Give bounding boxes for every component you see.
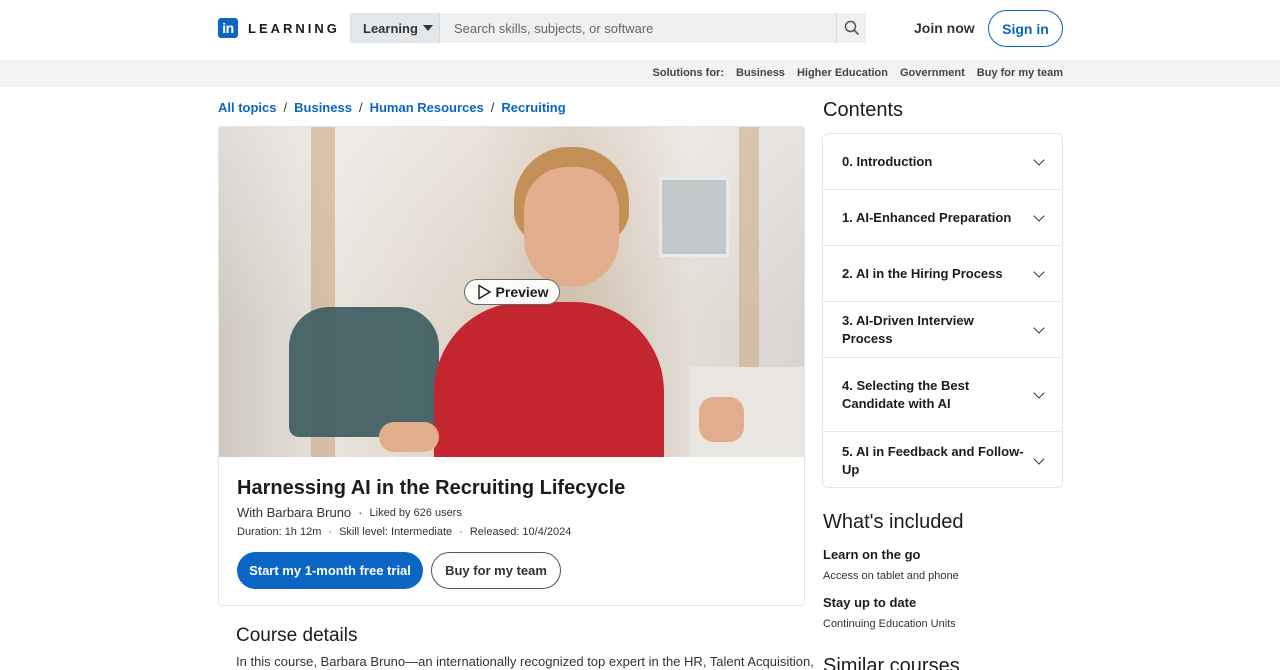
contents-item[interactable]: 4. Selecting the Best Candidate with AI	[823, 358, 1062, 432]
contents-item[interactable]: 5. AI in Feedback and Follow-Up	[823, 432, 1062, 487]
preview-button[interactable]: Preview	[464, 279, 560, 305]
contents-item[interactable]: 0. Introduction	[823, 134, 1062, 190]
top-header: in LEARNING Learning Join now Sign in	[0, 0, 1280, 60]
whats-included-heading: What's included	[823, 511, 964, 533]
course-meta-stats: Duration: 1h 12m · Skill level: Intermed…	[237, 526, 571, 538]
instructor-face	[524, 167, 619, 287]
breadcrumb-recruiting[interactable]: Recruiting	[501, 100, 565, 115]
linkedin-icon: in	[218, 18, 238, 38]
included-item-desc: Continuing Education Units	[823, 618, 956, 630]
instructor-body	[434, 302, 664, 457]
logo-text: LEARNING	[248, 20, 340, 36]
course-details-text: In this course, Barbara Bruno—an interna…	[236, 654, 814, 669]
course-title: Harnessing AI in the Recruiting Lifecycl…	[237, 477, 626, 499]
search-category-dropdown[interactable]: Learning	[350, 13, 440, 43]
search-button[interactable]	[836, 13, 866, 43]
solutions-label: Solutions for:	[652, 67, 725, 79]
meta-separator: ·	[459, 526, 463, 538]
chevron-down-icon	[1033, 321, 1045, 334]
instructor-hand	[699, 397, 744, 442]
contents-heading: Contents	[823, 99, 904, 121]
course-release-date: Released: 10/4/2024	[469, 526, 572, 538]
sign-in-button[interactable]: Sign in	[988, 10, 1063, 47]
included-item-desc: Access on tablet and phone	[823, 570, 959, 582]
contents-list: 0. Introduction 1. AI-Enhanced Preparati…	[822, 133, 1063, 488]
course-meta-author: With Barbara Bruno · Liked by 626 users	[237, 505, 462, 520]
course-details-heading: Course details	[236, 625, 358, 646]
breadcrumb: All topics / Business / Human Resources …	[218, 100, 566, 115]
video-chair	[289, 307, 439, 437]
contents-item[interactable]: 3. AI-Driven Interview Process	[823, 302, 1062, 358]
course-likes: Liked by 626 users	[369, 506, 462, 519]
chevron-down-icon	[1033, 386, 1045, 399]
course-author[interactable]: With Barbara Bruno	[237, 505, 351, 520]
contents-item-label: 3. AI-Driven Interview Process	[842, 312, 974, 346]
course-video-thumbnail[interactable]: Preview	[219, 127, 804, 457]
breadcrumb-business[interactable]: Business	[294, 100, 352, 115]
contents-item[interactable]: 1. AI-Enhanced Preparation	[823, 190, 1062, 246]
solutions-bar: Solutions for: Business Higher Education…	[0, 60, 1280, 87]
search-input[interactable]	[440, 13, 836, 43]
join-now-link[interactable]: Join now	[914, 20, 975, 36]
solutions-link-buy-for-team[interactable]: Buy for my team	[977, 67, 1063, 79]
breadcrumb-separator: /	[490, 100, 495, 115]
breadcrumb-separator: /	[358, 100, 363, 115]
search-icon	[844, 20, 859, 36]
chevron-down-icon	[1033, 452, 1045, 465]
linkedin-learning-logo[interactable]: in LEARNING	[218, 18, 340, 38]
chevron-down-icon	[1033, 265, 1045, 278]
instructor-hand	[379, 422, 439, 452]
search-category-label: Learning	[363, 20, 418, 36]
solutions-link-business[interactable]: Business	[736, 67, 785, 79]
included-item-title: Learn on the go	[823, 547, 921, 562]
contents-item-label: 0. Introduction	[842, 153, 933, 169]
search-bar: Learning	[350, 13, 866, 43]
meta-separator: ·	[358, 505, 363, 520]
similar-courses-heading: Similar courses	[823, 655, 960, 670]
caret-down-icon	[422, 25, 433, 31]
start-free-trial-button[interactable]: Start my 1-month free trial	[237, 552, 423, 589]
breadcrumb-human-resources[interactable]: Human Resources	[370, 100, 484, 115]
breadcrumb-all-topics[interactable]: All topics	[218, 100, 277, 115]
meta-separator: ·	[328, 526, 333, 538]
buy-for-team-button[interactable]: Buy for my team	[431, 552, 561, 589]
solutions-link-government[interactable]: Government	[900, 67, 965, 79]
contents-item-label: 4. Selecting the Best Candidate with AI	[842, 377, 970, 411]
breadcrumb-separator: /	[283, 100, 288, 115]
play-icon	[477, 284, 491, 300]
video-wall-art	[659, 177, 729, 257]
solutions-links: Solutions for: Business Higher Education…	[653, 67, 1063, 79]
solutions-link-higher-education[interactable]: Higher Education	[797, 67, 888, 79]
contents-item-label: 1. AI-Enhanced Preparation	[842, 209, 1012, 225]
preview-label: Preview	[495, 284, 549, 300]
course-skill-level: Skill level: Intermediate	[339, 526, 453, 538]
included-item-title: Stay up to date	[823, 595, 917, 610]
chevron-down-icon	[1033, 153, 1045, 166]
contents-item[interactable]: 2. AI in the Hiring Process	[823, 246, 1062, 302]
contents-item-label: 2. AI in the Hiring Process	[842, 265, 1003, 281]
course-duration: Duration: 1h 12m	[237, 526, 322, 538]
course-card: Preview Harnessing AI in the Recruiting …	[218, 126, 805, 606]
contents-item-label: 5. AI in Feedback and Follow-Up	[842, 443, 1024, 477]
chevron-down-icon	[1033, 209, 1045, 222]
